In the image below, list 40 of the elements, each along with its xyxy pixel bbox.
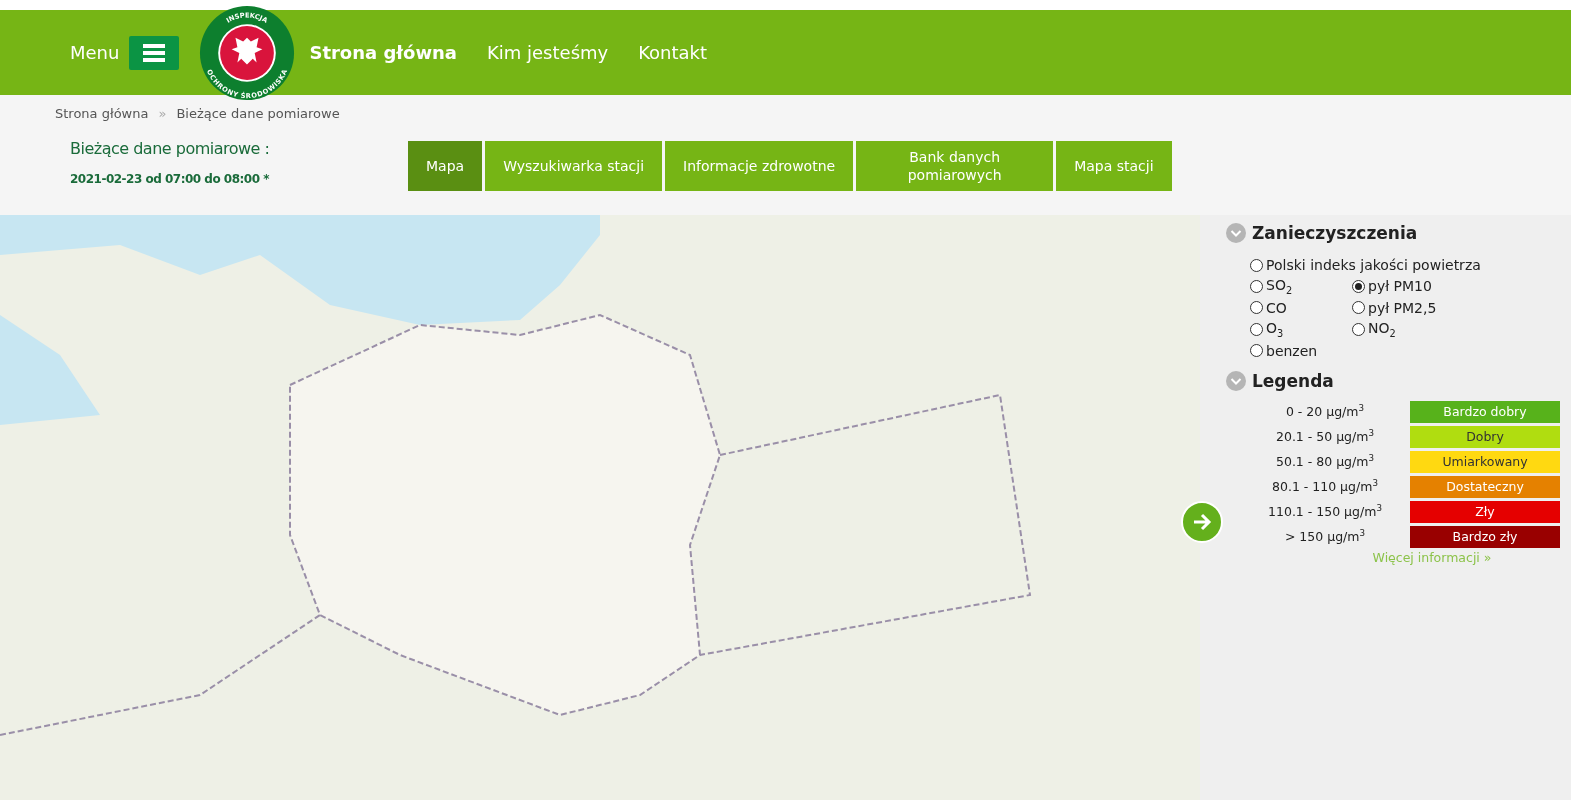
- radio-button[interactable]: [1352, 279, 1365, 293]
- radio-option[interactable]: pył PM10: [1352, 277, 1552, 296]
- radio-option[interactable]: benzen: [1250, 342, 1352, 359]
- quality-tag: Bardzo dobry: [1410, 400, 1560, 423]
- quality-tag: Dobry: [1410, 425, 1560, 448]
- quality-tag: Bardzo zły: [1410, 525, 1560, 548]
- range-label: 0 - 20 µg/m$^{3}$: [1284, 401, 1366, 421]
- radio-button[interactable]: [1250, 279, 1263, 293]
- radio-option[interactable]: Polski indeks jakości powietrza: [1250, 257, 1552, 273]
- radio-button[interactable]: [1352, 322, 1365, 336]
- breadcrumb-link[interactable]: Bieżące dane pomiarowe: [176, 106, 340, 121]
- radio-button[interactable]: [1250, 322, 1263, 336]
- menu-button[interactable]: [129, 35, 180, 70]
- range-label: > 150 µg/m$^{3}$: [1283, 526, 1367, 546]
- range-label: 110.1 - 150 µg/m$^{3}$: [1267, 501, 1383, 521]
- radio-button[interactable]: [1250, 301, 1263, 315]
- radio-button[interactable]: [1352, 301, 1365, 315]
- radio-option[interactable]: NO$_{2}$: [1352, 319, 1552, 339]
- quality-tag: Zły: [1410, 500, 1560, 523]
- radio-option[interactable]: SO$_{2}$: [1250, 277, 1352, 296]
- section-title: Legenda: [1252, 370, 1334, 391]
- menu-label: Menu: [70, 42, 120, 63]
- tab[interactable]: Mapa: [408, 141, 483, 191]
- quality-tag: Dostateczny: [1410, 475, 1560, 498]
- period-text: 2021-02-23 od 07:00 do 08:00 *: [70, 172, 270, 186]
- radio-button[interactable]: [1250, 258, 1263, 272]
- range-label: 50.1 - 80 µg/m$^{3}$: [1275, 451, 1375, 471]
- breadcrumb-link[interactable]: Strona główna: [55, 106, 149, 121]
- breadcrumb-separator: »: [158, 106, 167, 121]
- section-title: Zanieczyszczenia: [1252, 223, 1418, 243]
- arrow-right-icon: [1191, 511, 1213, 533]
- radio-button[interactable]: [1250, 344, 1263, 358]
- page-title: Bieżące dane pomiarowe :: [70, 139, 271, 158]
- radio-option[interactable]: O$_{3}$: [1250, 319, 1352, 339]
- range-label: 20.1 - 50 µg/m$^{3}$: [1275, 426, 1375, 446]
- radio-option[interactable]: pył PM2,5: [1352, 299, 1552, 316]
- radio-option[interactable]: CO: [1250, 299, 1352, 316]
- menu-icon: [143, 43, 166, 62]
- range-label: 80.1 - 110 µg/m$^{3}$: [1271, 476, 1379, 496]
- quality-tag: Umiarkowany: [1410, 450, 1560, 473]
